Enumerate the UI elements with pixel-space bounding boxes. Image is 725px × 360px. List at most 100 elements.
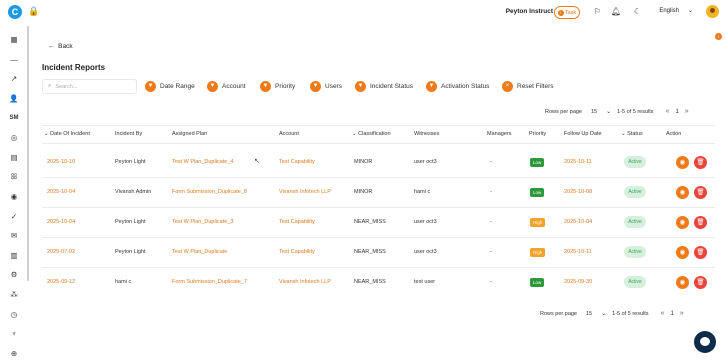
clock-icon[interactable]: ◷ [0, 304, 28, 324]
column-header[interactable]: ⌄ Date Of Incident [44, 131, 90, 137]
document-icon[interactable]: ▤ [0, 148, 28, 168]
chevron-down-icon[interactable]: ⌄ [688, 7, 693, 14]
assigned-plan[interactable]: Test W Plan_Duplicate_3 [172, 219, 233, 225]
status-badge: Active [624, 276, 646, 288]
managers: - [490, 159, 492, 165]
filter-account[interactable]: ▼ Account [207, 81, 246, 92]
assigned-plan[interactable]: Form Submission_Duplicate_8 [172, 189, 247, 195]
filter-incident-status[interactable]: ▼ Incident Status [355, 81, 413, 92]
rows-per-page-select[interactable]: 15 [586, 311, 592, 317]
prev-page-icon[interactable]: « [666, 108, 670, 115]
delete-icon[interactable]: 🗑︎ [694, 215, 707, 229]
filter-users[interactable]: ▼ Users [310, 81, 342, 92]
arrow-left-icon: ← [48, 43, 55, 50]
priority-badge: High [530, 247, 546, 257]
grid-icon[interactable]: ▦ [0, 30, 28, 50]
column-header: Account [279, 131, 299, 137]
mail-icon[interactable]: ✉ [0, 226, 28, 246]
back-label: Back [58, 43, 73, 50]
minus-icon[interactable]: — [0, 50, 28, 70]
search-placeholder: Search... [55, 83, 78, 90]
row-divider [42, 207, 715, 208]
pagination-range: 1-5 of 5 results [612, 310, 649, 317]
back-button[interactable]: ← Back [48, 43, 73, 50]
page-title: Incident Reports [42, 63, 106, 72]
task-button[interactable]: i Task [554, 6, 580, 19]
next-page-icon[interactable]: » [685, 108, 689, 115]
delete-icon[interactable]: 🗑︎ [694, 275, 707, 289]
view-icon[interactable]: ◉ [676, 245, 689, 259]
rows-per-page-label: Rows per page [545, 108, 582, 115]
filter-priority[interactable]: ▼ Priority [260, 81, 295, 92]
filter-date-range[interactable]: ▼ Date Range [145, 81, 195, 92]
assigned-plan[interactable]: Form Submission_Duplicate_7 [172, 279, 247, 285]
follow-up-date[interactable]: 2025-10-11 [564, 249, 592, 255]
incident-date[interactable]: 2025-07-02 [47, 249, 75, 255]
follow-up-date[interactable]: 2025-09-30 [564, 279, 592, 285]
chevron-down-icon[interactable]: ⌄ [601, 310, 606, 317]
view-icon[interactable]: ◉ [676, 275, 689, 289]
view-icon[interactable]: ◉ [676, 215, 689, 229]
filter-activation-status[interactable]: ▼ Activation Status [426, 81, 489, 92]
search-input[interactable]: ⌕ Search... [42, 79, 137, 94]
view-icon[interactable]: ◉ [676, 155, 689, 169]
account[interactable]: Vivansh Infotech LLP [279, 189, 331, 195]
app-logo[interactable]: C [8, 5, 22, 19]
current-page[interactable]: 1 [675, 109, 678, 115]
next-page-icon[interactable]: » [680, 310, 684, 317]
clipboard-icon[interactable]: ▥ [0, 246, 28, 266]
assigned-plan[interactable]: Test W Plan_Duplicate_4 [172, 159, 233, 165]
incident-date[interactable]: 2025-10-10 [47, 159, 75, 165]
info-badge-icon[interactable]: i [715, 33, 722, 40]
row-divider [42, 237, 715, 238]
managers: - [490, 189, 492, 195]
flag-icon[interactable]: ⚐ [594, 7, 601, 16]
assigned-plan[interactable]: Test W Plan_Duplicate [172, 249, 227, 255]
hierarchy-icon[interactable]: ⁂ [0, 285, 28, 305]
add-circle-icon[interactable]: ⊕ [0, 344, 28, 360]
column-header[interactable]: ⌄ Status [621, 131, 643, 137]
classification: NEAR_MISS [354, 279, 386, 285]
account[interactable]: Vivansh Infotech LLP [279, 279, 331, 285]
chat-icon[interactable] [694, 331, 716, 353]
incident-date[interactable]: 2025-09-12 [47, 279, 75, 285]
language-select[interactable]: English [659, 8, 679, 14]
incident-date[interactable]: 2025-10-04 [47, 219, 75, 225]
filter-reset-filters[interactable]: × Reset Filters [502, 81, 553, 92]
pagination-range: 1-5 of 5 results [617, 108, 654, 115]
account[interactable]: Test Capability [279, 159, 315, 165]
follow-up-date[interactable]: 2025-10-11 [564, 159, 592, 165]
incident-date[interactable]: 2025-10-04 [47, 189, 75, 195]
priority-badge: Low [530, 277, 545, 287]
delete-icon[interactable]: 🗑︎ [694, 185, 707, 199]
current-page[interactable]: 1 [670, 311, 673, 317]
delete-icon[interactable]: 🗑︎ [694, 245, 707, 259]
avatar[interactable] [706, 5, 719, 18]
view-icon[interactable]: ◉ [676, 185, 689, 199]
column-header[interactable]: ⌄ Classification [352, 131, 391, 137]
profile-icon[interactable]: ◎ [0, 128, 28, 148]
filter-icon: ▼ [207, 81, 218, 92]
chart-icon[interactable]: ↗ [0, 69, 28, 89]
check-circle-icon[interactable]: ✓ [0, 206, 28, 226]
account[interactable]: Test Capability [279, 219, 315, 225]
pagination-bottom: Rows per page 15 ⌄ 1-5 of 5 results « 1 … [540, 310, 684, 317]
follow-up-date[interactable]: 2025-10-04 [564, 219, 592, 225]
sm-icon[interactable]: SM [0, 108, 28, 128]
delete-icon[interactable]: 🗑︎ [694, 155, 707, 169]
team-icon[interactable]: ꕥ [0, 167, 28, 187]
dark-mode-icon[interactable]: ☾ [634, 7, 641, 16]
trophy-icon[interactable]: ♆ [0, 324, 28, 344]
bell-icon[interactable]: 🔔︎ [611, 7, 621, 16]
rows-per-page-select[interactable]: 15 [591, 109, 597, 115]
column-header: Managers [487, 131, 512, 137]
target-icon[interactable]: ◉ [0, 187, 28, 207]
user-settings-icon[interactable]: 👤 [0, 89, 28, 109]
follow-up-date[interactable]: 2025-10-08 [564, 189, 592, 195]
top-bar: Peyton Instruct i Task ⚐ 🔔︎ ☾ English ⌄ [28, 0, 725, 26]
prev-page-icon[interactable]: « [661, 310, 665, 317]
settings-icon[interactable]: ⚙ [0, 265, 28, 285]
account[interactable]: Test Capability [279, 249, 315, 255]
chevron-down-icon[interactable]: ⌄ [606, 108, 611, 115]
filter-label: Priority [275, 83, 296, 90]
